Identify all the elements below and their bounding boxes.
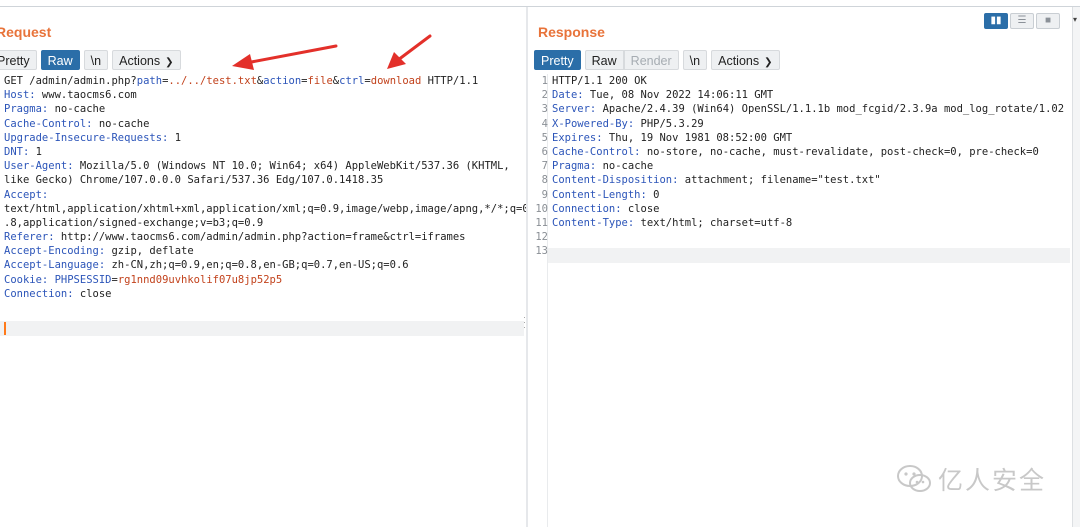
red-arrow-icon <box>232 44 338 70</box>
wechat-icon <box>897 465 931 492</box>
annotation-arrows <box>232 34 432 70</box>
watermark-text: 亿人安全 <box>938 467 1047 495</box>
watermark: 亿人安全 <box>896 461 1046 497</box>
red-arrow-icon <box>387 34 432 69</box>
